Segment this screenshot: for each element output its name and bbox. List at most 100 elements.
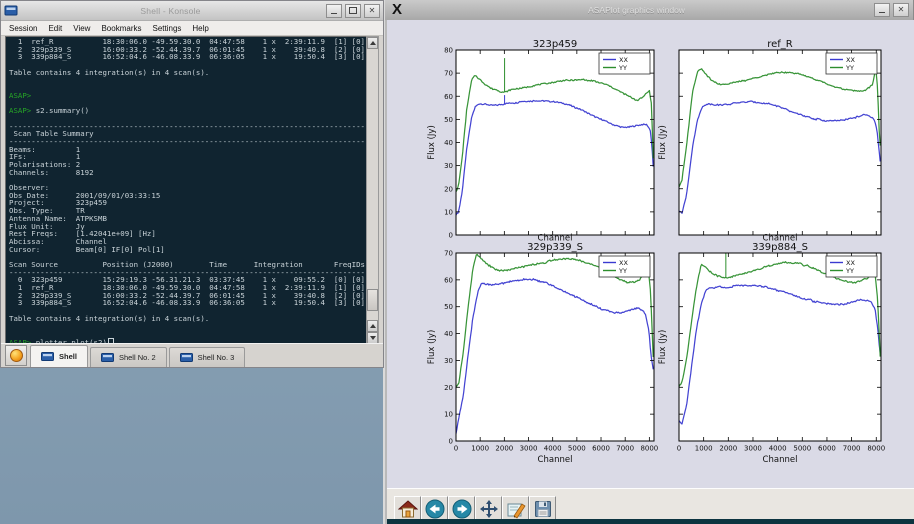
- svg-text:0: 0: [454, 445, 458, 453]
- svg-text:0: 0: [677, 445, 681, 453]
- svg-text:4000: 4000: [769, 445, 787, 453]
- scrollbar[interactable]: [366, 36, 379, 345]
- tab-label: Shell No. 2: [119, 353, 156, 362]
- svg-text:1000: 1000: [471, 445, 489, 453]
- svg-text:YY: YY: [618, 64, 627, 72]
- figure-area: 0 10 20 30 40 50 60 70 80 Channel Flux (Jy) 323p459…: [387, 20, 914, 488]
- menu-view[interactable]: View: [73, 24, 90, 33]
- svg-text:70: 70: [444, 70, 453, 78]
- svg-text:Flux (Jy): Flux (Jy): [427, 125, 437, 160]
- svg-text:2000: 2000: [719, 445, 737, 453]
- svg-text:Flux (Jy): Flux (Jy): [427, 330, 437, 365]
- svg-text:6000: 6000: [592, 445, 610, 453]
- svg-text:2000: 2000: [495, 445, 513, 453]
- new-session-button[interactable]: [5, 345, 27, 366]
- svg-text:8000: 8000: [640, 445, 658, 453]
- menu-session[interactable]: Session: [9, 24, 37, 33]
- svg-text:YY: YY: [845, 267, 854, 275]
- edit-pencil-icon: [506, 499, 526, 519]
- svg-text:3000: 3000: [744, 445, 762, 453]
- svg-text:XX: XX: [619, 259, 628, 267]
- svg-text:30: 30: [444, 357, 453, 365]
- svg-text:80: 80: [444, 47, 453, 55]
- close-button[interactable]: ✕: [893, 3, 909, 17]
- svg-text:0: 0: [449, 438, 453, 446]
- svg-text:10: 10: [444, 411, 453, 419]
- close-button[interactable]: ✕: [364, 4, 380, 18]
- svg-text:20: 20: [444, 185, 453, 193]
- svg-text:7000: 7000: [843, 445, 861, 453]
- menu-help[interactable]: Help: [192, 24, 208, 33]
- minimize-button[interactable]: [326, 4, 342, 18]
- konsole-window: Shell - Konsole ✕ Session Edit View Book…: [0, 0, 384, 368]
- menu-edit[interactable]: Edit: [48, 24, 62, 33]
- arrow-up-icon: [370, 324, 376, 328]
- svg-text:Flux (Jy): Flux (Jy): [658, 125, 668, 160]
- menu-bookmarks[interactable]: Bookmarks: [101, 24, 141, 33]
- window-bottom-edge: [387, 519, 914, 524]
- terminal-output[interactable]: 1 ref_R 18:30:06.0 -49.59.30.0 04:47:58 …: [5, 36, 371, 346]
- svg-text:3000: 3000: [520, 445, 538, 453]
- svg-text:30: 30: [444, 162, 453, 170]
- svg-text:5000: 5000: [568, 445, 586, 453]
- tab-shell-no-2[interactable]: Shell No. 2: [90, 347, 167, 367]
- svg-text:XX: XX: [846, 56, 855, 64]
- svg-text:60: 60: [444, 276, 453, 284]
- svg-text:70: 70: [444, 250, 453, 258]
- new-session-icon: [10, 349, 23, 362]
- svg-text:ref_R: ref_R: [767, 39, 793, 50]
- back-arrow-icon: [425, 499, 445, 519]
- home-icon: [398, 499, 418, 519]
- svg-text:XX: XX: [619, 56, 628, 64]
- asaplot-window: X ASAPlot graphics window ✕ 0 10 20 30 40 50 6…: [383, 0, 914, 524]
- session-tabbar: Shell Shell No. 2 Shell No. 3: [1, 343, 383, 367]
- asaplot-titlebar[interactable]: X ASAPlot graphics window ✕: [385, 0, 913, 20]
- svg-text:339p884_S: 339p884_S: [752, 242, 808, 253]
- terminal-icon: [41, 352, 54, 362]
- window-title: ASAPlot graphics window: [402, 5, 871, 15]
- menu-settings[interactable]: Settings: [152, 24, 181, 33]
- svg-text:0: 0: [449, 232, 453, 240]
- plot-canvas: 0 10 20 30 40 50 60 70 80 Channel Flux (Jy) 323p459…: [387, 20, 914, 488]
- window-title: Shell - Konsole: [18, 6, 323, 16]
- minimize-icon: [879, 12, 885, 13]
- pan-move-icon: [479, 499, 499, 519]
- svg-text:10: 10: [444, 208, 453, 216]
- tab-shell-no-3[interactable]: Shell No. 3: [169, 347, 246, 367]
- svg-text:YY: YY: [845, 64, 854, 72]
- maximize-button[interactable]: [345, 4, 361, 18]
- svg-text:60: 60: [444, 93, 453, 101]
- svg-text:YY: YY: [618, 267, 627, 275]
- svg-text:Flux (Jy): Flux (Jy): [658, 330, 668, 365]
- scroll-up-button[interactable]: [367, 37, 378, 49]
- menubar: Session Edit View Bookmarks Settings Hel…: [1, 21, 383, 36]
- konsole-titlebar[interactable]: Shell - Konsole ✕: [1, 1, 383, 21]
- scroll-up-button-2[interactable]: [367, 320, 378, 332]
- svg-text:Channel: Channel: [763, 455, 798, 465]
- minimize-button[interactable]: [874, 3, 890, 17]
- terminal-icon: [180, 353, 193, 363]
- svg-text:20: 20: [444, 384, 453, 392]
- x11-logo-icon: X: [392, 1, 402, 19]
- svg-text:7000: 7000: [616, 445, 634, 453]
- tab-shell[interactable]: Shell: [30, 345, 88, 367]
- tab-label: Shell No. 3: [198, 353, 235, 362]
- svg-text:5000: 5000: [793, 445, 811, 453]
- arrow-up-icon: [370, 41, 376, 45]
- svg-text:8000: 8000: [867, 445, 885, 453]
- konsole-app-icon: [4, 5, 18, 17]
- svg-text:50: 50: [444, 303, 453, 311]
- forward-arrow-icon: [452, 499, 472, 519]
- save-floppy-icon: [533, 499, 553, 519]
- plot-toolbar: [387, 488, 914, 520]
- svg-text:40: 40: [444, 330, 453, 338]
- svg-text:4000: 4000: [544, 445, 562, 453]
- svg-text:323p459: 323p459: [533, 39, 578, 50]
- terminal-icon: [101, 353, 114, 363]
- svg-text:XX: XX: [846, 259, 855, 267]
- arrow-down-icon: [370, 336, 376, 340]
- scrollbar-thumb[interactable]: [367, 289, 378, 311]
- svg-text:6000: 6000: [818, 445, 836, 453]
- svg-text:40: 40: [444, 139, 453, 147]
- svg-text:329p339_S: 329p339_S: [527, 242, 583, 253]
